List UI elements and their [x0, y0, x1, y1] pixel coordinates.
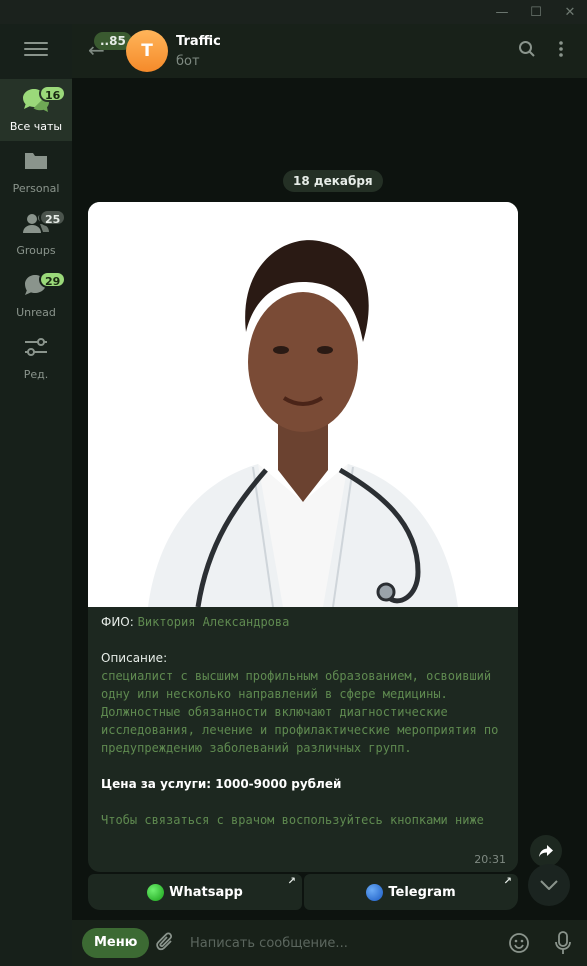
fio-label: ФИО:	[101, 615, 134, 629]
folder-edit[interactable]: Ред.	[0, 327, 72, 389]
button-label: Telegram	[388, 884, 456, 900]
folder-all-chats[interactable]: 16 Все чаты	[0, 79, 72, 141]
doctor-photo[interactable]	[88, 202, 518, 608]
message-bubble[interactable]: ФИО: Виктория Александрова Описание: спе…	[88, 202, 518, 872]
whatsapp-button[interactable]: Whatsapp ↗	[88, 874, 302, 910]
inline-keyboard: Whatsapp ↗ Telegram ↗	[88, 874, 518, 910]
date-separator: 18 декабря	[283, 170, 383, 192]
chat-header: ← ..85 T Traffic бот	[72, 24, 587, 78]
search-icon[interactable]	[518, 40, 536, 62]
folder-label: Ред.	[23, 368, 49, 381]
bot-menu-button[interactable]: Меню	[82, 928, 150, 958]
price-line: Цена за услуги: 1000-9000 рублей	[101, 777, 342, 791]
menu-icon[interactable]	[24, 42, 48, 62]
external-link-icon: ↗	[287, 876, 296, 887]
folder-groups[interactable]: 25 Groups	[0, 203, 72, 265]
attach-icon[interactable]	[156, 932, 176, 958]
window-title-bar: — ☐ ✕	[0, 0, 587, 24]
more-options-icon[interactable]	[558, 40, 564, 62]
telegram-button[interactable]: Telegram ↗	[304, 874, 518, 910]
close-button[interactable]: ✕	[553, 0, 587, 24]
microphone-icon[interactable]	[554, 931, 572, 959]
folder-label: Все чаты	[9, 120, 63, 133]
green-circle-icon	[147, 883, 165, 901]
chat-title[interactable]: Traffic	[176, 34, 221, 49]
description-value: специалист с высшим профильным образован…	[101, 669, 499, 755]
message-composer: Меню	[72, 920, 587, 966]
message-time: 20:31	[474, 853, 506, 866]
folder-icon	[0, 149, 72, 177]
emoji-icon[interactable]	[508, 932, 530, 958]
external-link-icon: ↗	[503, 876, 512, 887]
folders-sidebar: 16 Все чаты Personal 25 Groups 29 Unread…	[0, 24, 72, 966]
scroll-down-icon[interactable]	[528, 864, 570, 906]
folder-personal[interactable]: Personal	[0, 141, 72, 203]
message-input[interactable]	[190, 930, 490, 956]
chat-subtitle: бот	[176, 54, 200, 69]
message-area[interactable]: 18 декабря ФИО: Виктория Александрова Оп…	[72, 78, 587, 920]
blue-circle-icon	[366, 883, 384, 901]
edit-folders-icon	[0, 335, 72, 363]
avatar[interactable]: T	[126, 30, 168, 72]
forward-icon[interactable]	[530, 835, 562, 867]
folder-badge: 29	[39, 271, 67, 288]
maximize-button[interactable]: ☐	[519, 0, 553, 24]
description-label: Описание:	[101, 651, 168, 665]
folder-unread[interactable]: 29 Unread	[0, 265, 72, 327]
folder-badge: 25	[39, 209, 67, 226]
folder-label: Personal	[12, 182, 60, 195]
folder-badge: 16	[39, 85, 67, 102]
folder-label: Unread	[16, 306, 56, 319]
button-label: Whatsapp	[169, 884, 243, 900]
fio-value: Виктория Александрова	[137, 615, 290, 629]
contact-hint: Чтобы связаться с врачом воспользуйтесь …	[101, 813, 484, 827]
message-text: ФИО: Виктория Александрова Описание: спе…	[101, 613, 511, 829]
folder-label: Groups	[16, 244, 56, 257]
minimize-button[interactable]: —	[485, 0, 519, 24]
